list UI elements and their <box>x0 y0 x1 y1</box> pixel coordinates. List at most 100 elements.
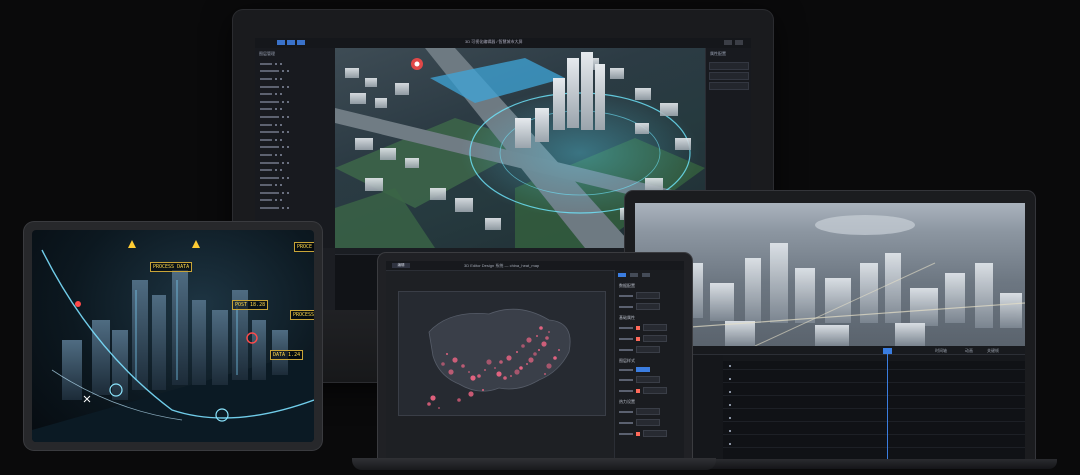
panel-title: 数据配置 <box>619 283 635 288</box>
tab-edit[interactable] <box>287 40 295 45</box>
laptop-right-screen: 时间轴 动画 关键帧 <box>635 203 1025 459</box>
keyframe-marker[interactable] <box>729 404 731 406</box>
layer-row[interactable] <box>260 159 335 167</box>
config-input[interactable] <box>636 408 660 415</box>
keyframe-label[interactable]: 关键帧 <box>987 348 999 354</box>
heat-point <box>457 398 461 402</box>
section-title: 热力设置 <box>619 399 635 404</box>
heat-point <box>514 369 520 375</box>
tab-style[interactable] <box>630 273 638 277</box>
edit-menu-button[interactable]: 编辑 <box>392 263 410 268</box>
heat-point <box>558 349 560 351</box>
keyframe-marker[interactable] <box>729 443 731 445</box>
heat-point <box>521 344 525 348</box>
heat-point <box>452 357 458 363</box>
keyframe-marker[interactable] <box>729 365 731 367</box>
publish-button[interactable] <box>735 40 743 45</box>
heat-point <box>446 353 448 355</box>
layer-row[interactable] <box>260 68 335 76</box>
heat-point <box>448 369 454 375</box>
config-input[interactable] <box>643 387 667 394</box>
layer-row[interactable] <box>260 106 335 114</box>
app-title: 3D 可视化编辑器 / 智慧城市大屏 <box>465 39 523 44</box>
heat-point <box>430 395 436 401</box>
layer-row[interactable] <box>260 166 335 174</box>
property-select-3[interactable] <box>709 82 749 90</box>
heat-point <box>519 366 523 370</box>
layer-row[interactable] <box>260 75 335 83</box>
color-swatch[interactable] <box>636 325 640 330</box>
config-input[interactable] <box>643 335 667 342</box>
tablet-screen: PROCESS DATA POST 18.28 PROCESS DATA 1.2… <box>32 230 314 442</box>
heat-point <box>548 331 550 333</box>
layer-row[interactable] <box>260 121 335 129</box>
heat-point <box>468 391 474 397</box>
layer-row[interactable] <box>260 136 335 144</box>
laptop-center-screen: 编辑 3D Editor Design 系统 — china_heat_map … <box>386 261 684 460</box>
keyframe-marker[interactable] <box>729 391 731 393</box>
layer-panel-title: 图层管理 <box>259 51 275 56</box>
layer-row[interactable] <box>260 83 335 91</box>
section-title: 图层样式 <box>619 358 635 363</box>
layer-row[interactable] <box>260 189 335 197</box>
heat-point <box>510 375 512 377</box>
animation-label[interactable]: 动画 <box>965 348 973 354</box>
layer-row[interactable] <box>260 204 335 212</box>
layer-row[interactable] <box>260 174 335 182</box>
playhead[interactable] <box>887 349 888 459</box>
layer-row[interactable] <box>260 60 335 68</box>
preview-button[interactable] <box>724 40 732 45</box>
heat-point <box>482 389 484 391</box>
layer-row[interactable] <box>260 90 335 98</box>
heat-point <box>546 363 552 369</box>
heat-point <box>533 352 537 356</box>
property-select-2[interactable] <box>709 72 749 80</box>
config-input[interactable] <box>636 292 660 299</box>
layer-row[interactable] <box>260 113 335 121</box>
panel-tabs <box>615 270 684 280</box>
config-input[interactable] <box>636 376 660 383</box>
tab-interaction[interactable] <box>642 273 650 277</box>
config-input[interactable] <box>636 346 660 353</box>
heat-point <box>538 349 540 351</box>
timeline-tracks <box>723 361 1025 459</box>
layer-row[interactable] <box>260 151 335 159</box>
property-select-1[interactable] <box>709 62 749 70</box>
tab-data[interactable] <box>618 273 626 277</box>
color-swatch[interactable] <box>636 336 640 341</box>
layer-row[interactable] <box>260 197 335 205</box>
color-swatch[interactable] <box>636 431 640 436</box>
toggle-switch[interactable] <box>636 367 650 372</box>
callout-label: PROCESS <box>290 310 314 320</box>
heat-point <box>477 374 481 378</box>
heat-point <box>441 362 445 366</box>
color-swatch[interactable] <box>636 388 640 393</box>
heat-point <box>545 336 549 340</box>
config-input[interactable] <box>636 419 660 426</box>
heat-map-canvas[interactable] <box>398 291 606 416</box>
layer-row[interactable] <box>260 128 335 136</box>
callout-label: PROCE <box>294 242 314 252</box>
heat-point <box>528 357 534 363</box>
config-input[interactable] <box>643 430 667 437</box>
layer-row[interactable] <box>260 144 335 152</box>
config-input[interactable] <box>636 303 660 310</box>
heat-point <box>526 337 532 343</box>
heat-point <box>506 355 512 361</box>
heat-point <box>496 371 502 377</box>
heat-point <box>503 376 507 380</box>
tab-view[interactable] <box>297 40 305 45</box>
foggy-city-viewport[interactable] <box>635 203 1025 346</box>
heat-point <box>427 402 431 406</box>
section-title: 基础属性 <box>619 315 635 320</box>
tab-file[interactable] <box>277 40 285 45</box>
config-input[interactable] <box>643 324 667 331</box>
layer-row[interactable] <box>260 98 335 106</box>
top-tabs <box>277 40 305 45</box>
data-config-panel: 数据配置 基础属性 图层样式 热力设置 <box>614 270 684 460</box>
heat-point <box>526 363 528 365</box>
layer-row[interactable] <box>260 182 335 190</box>
keyframe-marker[interactable] <box>729 417 731 419</box>
keyframe-marker[interactable] <box>729 430 731 432</box>
keyframe-marker[interactable] <box>729 378 731 380</box>
